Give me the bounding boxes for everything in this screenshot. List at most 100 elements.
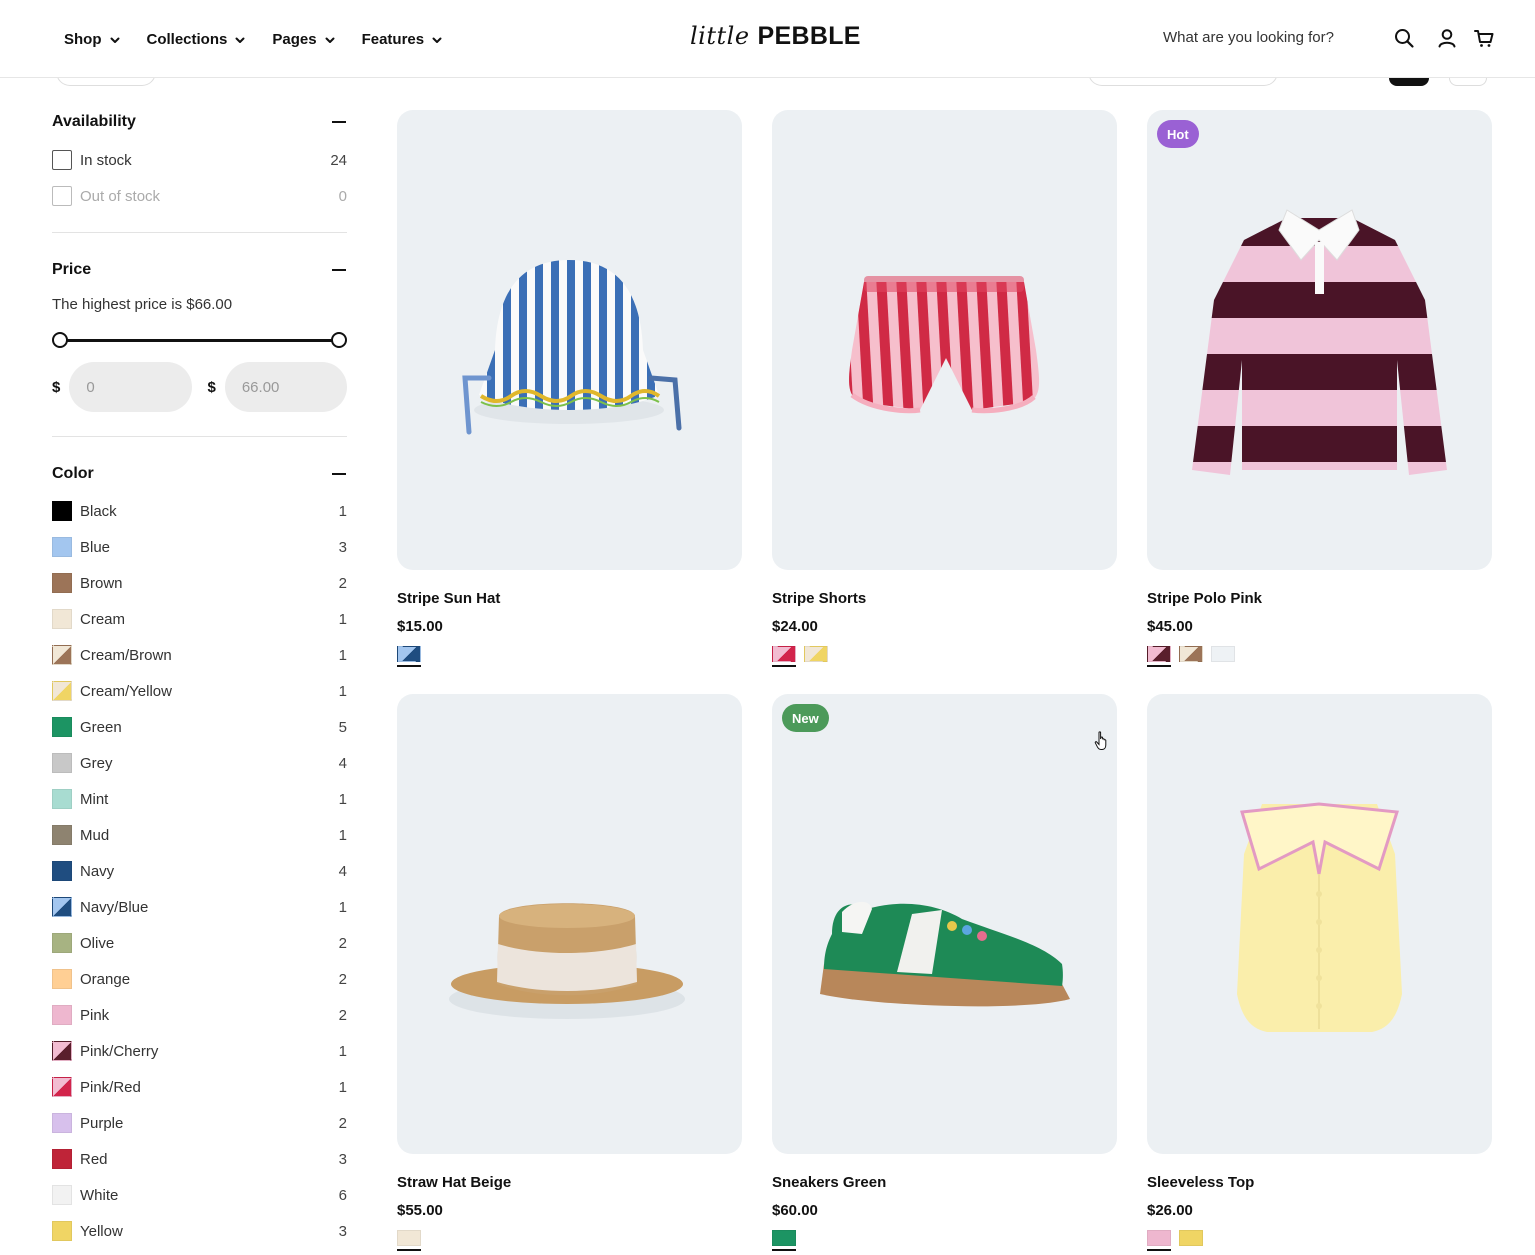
price-header[interactable]: Price <box>52 258 347 282</box>
logo[interactable]: little PEBBLE <box>690 22 861 56</box>
product-name[interactable]: Straw Hat Beige <box>397 1174 742 1192</box>
color-option-mud[interactable]: Mud 1 <box>52 817 347 853</box>
color-swatch[interactable] <box>52 1221 72 1241</box>
color-header[interactable]: Color <box>52 462 347 486</box>
collapse-icon[interactable] <box>332 121 346 123</box>
color-option-grey[interactable]: Grey 4 <box>52 745 347 781</box>
product-card[interactable]: Straw Hat Beige $55.00 <box>397 694 742 1251</box>
product-card[interactable]: Stripe Shorts $24.00 <box>772 110 1117 667</box>
color-option-blue[interactable]: Blue 3 <box>52 529 347 565</box>
nav-item-shop[interactable]: Shop <box>64 31 121 48</box>
product-card[interactable]: Stripe Sun Hat $15.00 <box>397 110 742 667</box>
availability-option[interactable]: Out of stock 0 <box>52 178 347 214</box>
color-option-olive[interactable]: Olive 2 <box>52 925 347 961</box>
product-name[interactable]: Sneakers Green <box>772 1174 1117 1192</box>
color-swatch[interactable] <box>52 1113 72 1133</box>
cart-icon[interactable] <box>1473 27 1495 49</box>
color-option-cream[interactable]: Cream 1 <box>52 601 347 637</box>
color-option-black[interactable]: Black 1 <box>52 493 347 529</box>
color-swatch[interactable] <box>52 1005 72 1025</box>
product-color-swatch[interactable] <box>772 1230 796 1251</box>
nav-item-collections[interactable]: Collections <box>147 31 247 48</box>
product-color-swatch[interactable] <box>1179 1230 1203 1246</box>
color-swatch[interactable] <box>52 681 72 701</box>
collapse-icon[interactable] <box>332 473 346 475</box>
color-swatch[interactable] <box>52 645 72 665</box>
color-swatch[interactable] <box>52 501 72 521</box>
product-image[interactable]: Hot <box>1147 110 1492 570</box>
nav-item-pages[interactable]: Pages <box>272 31 335 48</box>
product-card[interactable]: Hot Stripe Polo Pink $45.00 <box>1147 110 1492 667</box>
product-name[interactable]: Sleeveless Top <box>1147 1174 1492 1192</box>
color-option-navy-blue[interactable]: Navy/Blue 1 <box>52 889 347 925</box>
product-image[interactable]: New <box>772 694 1117 1154</box>
color-swatch[interactable] <box>52 969 72 989</box>
product-image[interactable] <box>1147 694 1492 1154</box>
product-color-swatch[interactable] <box>772 646 796 667</box>
product-image[interactable] <box>772 110 1117 570</box>
price-min-field[interactable]: 0 <box>69 362 192 412</box>
account-icon[interactable] <box>1436 27 1458 49</box>
list-view-toggle[interactable] <box>1449 78 1487 86</box>
availability-option[interactable]: In stock 24 <box>52 142 347 178</box>
color-swatch[interactable] <box>52 753 72 773</box>
product-color-swatch[interactable] <box>1147 646 1171 667</box>
color-option-yellow[interactable]: Yellow 3 <box>52 1213 347 1249</box>
color-option-navy[interactable]: Navy 4 <box>52 853 347 889</box>
color-option-mint[interactable]: Mint 1 <box>52 781 347 817</box>
color-swatch[interactable] <box>52 1149 72 1169</box>
product-swatches <box>1147 646 1492 667</box>
color-option-cream-yellow[interactable]: Cream/Yellow 1 <box>52 673 347 709</box>
checkbox[interactable] <box>52 186 72 206</box>
color-swatch[interactable] <box>52 1041 72 1061</box>
availability-header[interactable]: Availability <box>52 110 347 134</box>
color-option-brown[interactable]: Brown 2 <box>52 565 347 601</box>
product-color-swatch[interactable] <box>804 646 828 662</box>
color-swatch[interactable] <box>52 789 72 809</box>
product-color-swatch[interactable] <box>1179 646 1203 662</box>
product-color-swatch[interactable] <box>397 646 421 667</box>
product-name[interactable]: Stripe Sun Hat <box>397 590 742 608</box>
checkbox[interactable] <box>52 150 72 170</box>
color-swatch[interactable] <box>52 825 72 845</box>
color-swatch[interactable] <box>52 609 72 629</box>
color-swatch[interactable] <box>52 861 72 881</box>
color-swatch[interactable] <box>52 933 72 953</box>
color-swatch[interactable] <box>52 573 72 593</box>
color-option-green[interactable]: Green 5 <box>52 709 347 745</box>
product-name[interactable]: Stripe Polo Pink <box>1147 590 1492 608</box>
color-swatch[interactable] <box>52 537 72 557</box>
color-option-orange[interactable]: Orange 2 <box>52 961 347 997</box>
color-option-pink-cherry[interactable]: Pink/Cherry 1 <box>52 1033 347 1069</box>
product-swatches <box>772 1230 1117 1251</box>
option-count: 24 <box>330 151 347 169</box>
grid-view-toggle[interactable] <box>1389 78 1429 86</box>
product-color-swatch[interactable] <box>397 1230 421 1251</box>
slider-min-handle[interactable] <box>52 332 68 348</box>
color-swatch[interactable] <box>52 897 72 917</box>
color-option-purple[interactable]: Purple 2 <box>52 1105 347 1141</box>
slider-max-handle[interactable] <box>331 332 347 348</box>
color-option-white[interactable]: White 6 <box>52 1177 347 1213</box>
color-option-pink-red[interactable]: Pink/Red 1 <box>52 1069 347 1105</box>
product-color-swatch[interactable] <box>1211 646 1235 662</box>
price-max-field[interactable]: 66.00 <box>224 362 347 412</box>
color-option-pink[interactable]: Pink 2 <box>52 997 347 1033</box>
product-image[interactable] <box>397 110 742 570</box>
product-image[interactable] <box>397 694 742 1154</box>
product-card[interactable]: Sleeveless Top $26.00 <box>1147 694 1492 1251</box>
search-input[interactable]: What are you looking for? <box>1163 29 1334 46</box>
color-option-cream-brown[interactable]: Cream/Brown 1 <box>52 637 347 673</box>
price-range-slider[interactable] <box>52 330 347 350</box>
color-swatch[interactable] <box>52 1077 72 1097</box>
color-swatch[interactable] <box>52 717 72 737</box>
product-color-swatch[interactable] <box>1147 1230 1171 1251</box>
search-icon[interactable] <box>1393 27 1415 49</box>
color-swatch[interactable] <box>52 1185 72 1205</box>
product-name[interactable]: Stripe Shorts <box>772 590 1117 608</box>
nav-item-features[interactable]: Features <box>362 31 444 48</box>
color-option-red[interactable]: Red 3 <box>52 1141 347 1177</box>
product-card[interactable]: New Sneakers Green $60.00 <box>772 694 1117 1251</box>
option-label: Cream/Brown <box>80 646 172 664</box>
collapse-icon[interactable] <box>332 269 346 271</box>
